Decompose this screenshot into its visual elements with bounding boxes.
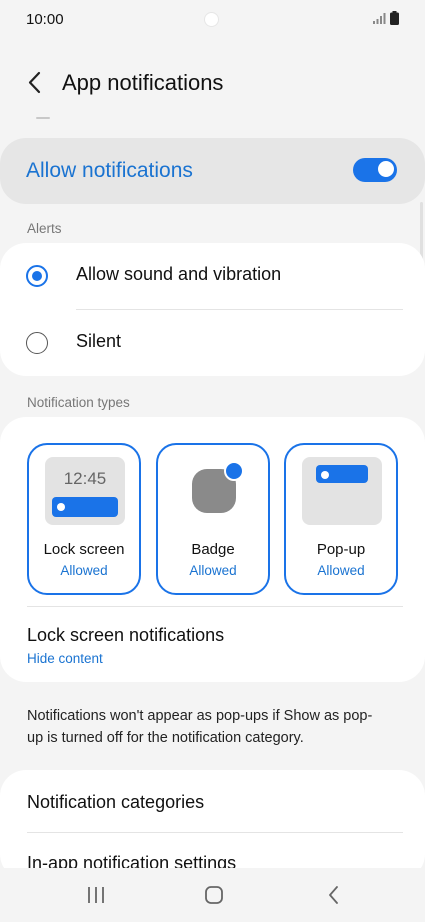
allow-notifications-toggle[interactable]	[353, 158, 397, 182]
radio-unselected[interactable]	[26, 332, 48, 354]
info-text: Notifications won't appear as pop-ups if…	[27, 708, 373, 746]
camera-cutout	[204, 12, 219, 27]
scroll-indicator	[36, 117, 50, 119]
notification-categories-row[interactable]: Notification categories	[0, 770, 425, 832]
tile-status: Allowed	[189, 563, 237, 578]
notification-types-card: 12:45 Lock screen Allowed Badge Allowed …	[0, 417, 425, 682]
notification-types-section-label: Notification types	[27, 395, 130, 410]
tile-pop-up[interactable]: Pop-up Allowed	[284, 443, 398, 595]
tile-name: Badge	[191, 541, 235, 558]
status-time: 10:00	[26, 11, 64, 28]
notification-bar-icon	[316, 465, 368, 483]
chevron-left-icon	[28, 71, 41, 94]
back-button[interactable]	[20, 68, 50, 98]
alert-option-label: Silent	[76, 331, 122, 351]
toggle-knob	[377, 160, 395, 178]
radio-selected[interactable]	[26, 265, 48, 287]
alert-option-sound-vibration[interactable]: Allow sound and vibration	[0, 243, 425, 309]
lock-screen-preview-time: 12:45	[63, 469, 107, 488]
home-button[interactable]	[199, 882, 229, 908]
alert-option-silent[interactable]: Silent	[0, 310, 425, 376]
nav-back-button[interactable]	[319, 882, 349, 908]
badge-preview	[174, 457, 254, 525]
signal-icon	[373, 13, 386, 24]
lock-screen-notifications-title: Lock screen notifications	[27, 625, 225, 645]
home-icon	[205, 886, 223, 904]
tile-badge[interactable]: Badge Allowed	[156, 443, 270, 595]
alert-option-label: Allow sound and vibration	[76, 264, 282, 284]
alerts-card: Allow sound and vibration Silent	[0, 243, 425, 376]
allow-notifications-row[interactable]: Allow notifications	[0, 138, 425, 204]
alerts-section-label: Alerts	[27, 221, 62, 236]
lock-screen-preview: 12:45	[45, 457, 125, 525]
app-badge-icon	[192, 461, 244, 513]
tile-name: Pop-up	[316, 541, 366, 558]
page-title: App notifications	[62, 70, 224, 95]
recent-apps-button[interactable]	[81, 882, 111, 908]
status-bar: 10:00	[0, 0, 425, 40]
allow-notifications-label: Allow notifications	[26, 159, 193, 182]
navigation-bar	[0, 868, 425, 922]
header: App notifications	[0, 56, 425, 112]
pop-up-preview	[302, 457, 382, 525]
recent-apps-icon	[88, 887, 104, 903]
tile-status: Allowed	[317, 563, 365, 578]
notification-categories-label: Notification categories	[27, 792, 205, 812]
back-icon	[329, 886, 338, 904]
battery-icon	[390, 11, 399, 25]
lock-screen-notifications-value: Hide content	[27, 651, 103, 666]
lock-screen-notifications-row[interactable]: Lock screen notifications Hide content	[0, 607, 425, 682]
notification-bar-icon	[52, 497, 118, 517]
more-settings-card: Notification categories In-app notificat…	[0, 770, 425, 880]
tile-status: Allowed	[60, 563, 108, 578]
tile-name: Lock screen	[43, 541, 125, 558]
tile-lock-screen[interactable]: 12:45 Lock screen Allowed	[27, 443, 141, 595]
